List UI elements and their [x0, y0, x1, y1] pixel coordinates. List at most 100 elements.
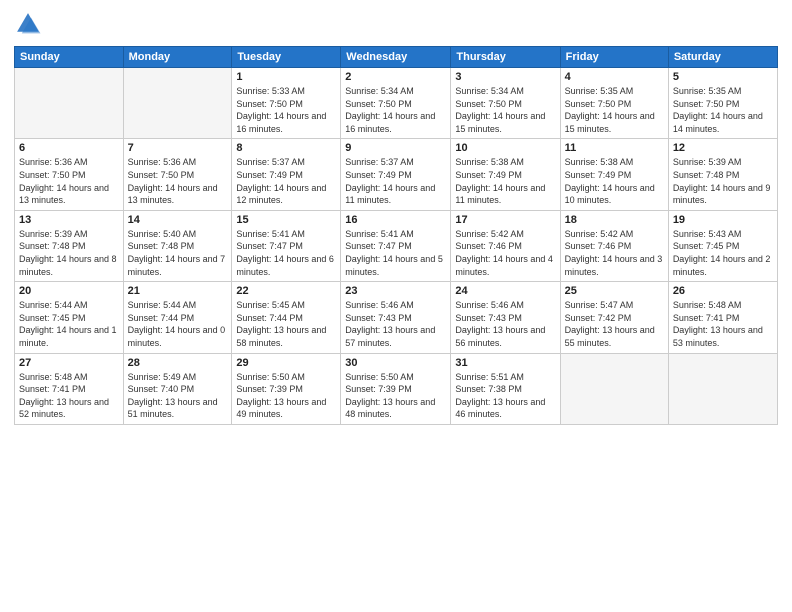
- day-number: 2: [345, 71, 446, 83]
- calendar-cell: [560, 353, 668, 424]
- day-detail: Sunrise: 5:48 AM Sunset: 7:41 PM Dayligh…: [19, 371, 119, 421]
- day-number: 16: [345, 214, 446, 226]
- logo: [14, 10, 47, 38]
- calendar: SundayMondayTuesdayWednesdayThursdayFrid…: [14, 46, 778, 425]
- day-number: 26: [673, 285, 773, 297]
- weekday-header: Thursday: [451, 47, 560, 68]
- calendar-cell: 16 Sunrise: 5:41 AM Sunset: 7:47 PM Dayli…: [341, 210, 451, 281]
- day-detail: Sunrise: 5:38 AM Sunset: 7:49 PM Dayligh…: [565, 156, 664, 206]
- weekday-header: Monday: [123, 47, 232, 68]
- day-detail: Sunrise: 5:50 AM Sunset: 7:39 PM Dayligh…: [345, 371, 446, 421]
- day-detail: Sunrise: 5:34 AM Sunset: 7:50 PM Dayligh…: [345, 85, 446, 135]
- calendar-cell: 1Sunrise: 5:33 AM Sunset: 7:50 PM Daylig…: [232, 68, 341, 139]
- calendar-cell: 29 Sunrise: 5:50 AM Sunset: 7:39 PM Dayli…: [232, 353, 341, 424]
- calendar-cell: 11 Sunrise: 5:38 AM Sunset: 7:49 PM Dayli…: [560, 139, 668, 210]
- day-detail: Sunrise: 5:39 AM Sunset: 7:48 PM Dayligh…: [19, 228, 119, 278]
- day-number: 23: [345, 285, 446, 297]
- calendar-cell: 20 Sunrise: 5:44 AM Sunset: 7:45 PM Dayli…: [15, 282, 124, 353]
- calendar-cell: 6 Sunrise: 5:36 AM Sunset: 7:50 PM Daylig…: [15, 139, 124, 210]
- day-number: 4: [565, 71, 664, 83]
- day-number: 29: [236, 357, 336, 369]
- header: [14, 10, 778, 38]
- day-number: 11: [565, 142, 664, 154]
- calendar-week-row: 27 Sunrise: 5:48 AM Sunset: 7:41 PM Dayli…: [15, 353, 778, 424]
- day-detail: Sunrise: 5:41 AM Sunset: 7:47 PM Dayligh…: [236, 228, 336, 278]
- calendar-cell: 22 Sunrise: 5:45 AM Sunset: 7:44 PM Dayli…: [232, 282, 341, 353]
- day-detail: Sunrise: 5:41 AM Sunset: 7:47 PM Dayligh…: [345, 228, 446, 278]
- day-detail: Sunrise: 5:33 AM Sunset: 7:50 PM Dayligh…: [236, 85, 336, 135]
- day-number: 31: [455, 357, 555, 369]
- calendar-cell: 7 Sunrise: 5:36 AM Sunset: 7:50 PM Daylig…: [123, 139, 232, 210]
- calendar-cell: [15, 68, 124, 139]
- day-detail: Sunrise: 5:46 AM Sunset: 7:43 PM Dayligh…: [455, 299, 555, 349]
- logo-icon: [14, 10, 42, 38]
- calendar-cell: 27 Sunrise: 5:48 AM Sunset: 7:41 PM Dayli…: [15, 353, 124, 424]
- day-detail: Sunrise: 5:44 AM Sunset: 7:44 PM Dayligh…: [128, 299, 228, 349]
- day-detail: Sunrise: 5:45 AM Sunset: 7:44 PM Dayligh…: [236, 299, 336, 349]
- day-number: 7: [128, 142, 228, 154]
- weekday-header: Tuesday: [232, 47, 341, 68]
- day-detail: Sunrise: 5:46 AM Sunset: 7:43 PM Dayligh…: [345, 299, 446, 349]
- calendar-cell: 10Sunrise: 5:38 AM Sunset: 7:49 PM Dayli…: [451, 139, 560, 210]
- calendar-cell: [668, 353, 777, 424]
- calendar-cell: 4 Sunrise: 5:35 AM Sunset: 7:50 PM Daylig…: [560, 68, 668, 139]
- calendar-cell: 3Sunrise: 5:34 AM Sunset: 7:50 PM Daylig…: [451, 68, 560, 139]
- calendar-week-row: 1Sunrise: 5:33 AM Sunset: 7:50 PM Daylig…: [15, 68, 778, 139]
- day-detail: Sunrise: 5:50 AM Sunset: 7:39 PM Dayligh…: [236, 371, 336, 421]
- calendar-cell: 2 Sunrise: 5:34 AM Sunset: 7:50 PM Daylig…: [341, 68, 451, 139]
- day-detail: Sunrise: 5:39 AM Sunset: 7:48 PM Dayligh…: [673, 156, 773, 206]
- day-number: 27: [19, 357, 119, 369]
- weekday-header: Sunday: [15, 47, 124, 68]
- day-detail: Sunrise: 5:38 AM Sunset: 7:49 PM Dayligh…: [455, 156, 555, 206]
- day-number: 8: [236, 142, 336, 154]
- day-detail: Sunrise: 5:48 AM Sunset: 7:41 PM Dayligh…: [673, 299, 773, 349]
- calendar-cell: 30 Sunrise: 5:50 AM Sunset: 7:39 PM Dayli…: [341, 353, 451, 424]
- day-number: 13: [19, 214, 119, 226]
- day-detail: Sunrise: 5:37 AM Sunset: 7:49 PM Dayligh…: [345, 156, 446, 206]
- calendar-cell: 15 Sunrise: 5:41 AM Sunset: 7:47 PM Dayli…: [232, 210, 341, 281]
- calendar-cell: 25Sunrise: 5:47 AM Sunset: 7:42 PM Dayli…: [560, 282, 668, 353]
- calendar-cell: 31 Sunrise: 5:51 AM Sunset: 7:38 PM Dayli…: [451, 353, 560, 424]
- calendar-cell: 24 Sunrise: 5:46 AM Sunset: 7:43 PM Dayli…: [451, 282, 560, 353]
- calendar-cell: 12 Sunrise: 5:39 AM Sunset: 7:48 PM Dayli…: [668, 139, 777, 210]
- calendar-cell: 21 Sunrise: 5:44 AM Sunset: 7:44 PM Dayli…: [123, 282, 232, 353]
- calendar-week-row: 20 Sunrise: 5:44 AM Sunset: 7:45 PM Dayli…: [15, 282, 778, 353]
- calendar-cell: 19Sunrise: 5:43 AM Sunset: 7:45 PM Dayli…: [668, 210, 777, 281]
- day-number: 30: [345, 357, 446, 369]
- day-detail: Sunrise: 5:35 AM Sunset: 7:50 PM Dayligh…: [565, 85, 664, 135]
- day-number: 5: [673, 71, 773, 83]
- day-detail: Sunrise: 5:44 AM Sunset: 7:45 PM Dayligh…: [19, 299, 119, 349]
- day-number: 17: [455, 214, 555, 226]
- day-detail: Sunrise: 5:36 AM Sunset: 7:50 PM Dayligh…: [19, 156, 119, 206]
- weekday-header: Saturday: [668, 47, 777, 68]
- day-detail: Sunrise: 5:40 AM Sunset: 7:48 PM Dayligh…: [128, 228, 228, 278]
- calendar-cell: 23 Sunrise: 5:46 AM Sunset: 7:43 PM Dayli…: [341, 282, 451, 353]
- day-detail: Sunrise: 5:47 AM Sunset: 7:42 PM Dayligh…: [565, 299, 664, 349]
- calendar-cell: 13 Sunrise: 5:39 AM Sunset: 7:48 PM Dayli…: [15, 210, 124, 281]
- day-number: 28: [128, 357, 228, 369]
- calendar-cell: 5Sunrise: 5:35 AM Sunset: 7:50 PM Daylig…: [668, 68, 777, 139]
- day-number: 12: [673, 142, 773, 154]
- day-detail: Sunrise: 5:49 AM Sunset: 7:40 PM Dayligh…: [128, 371, 228, 421]
- day-detail: Sunrise: 5:51 AM Sunset: 7:38 PM Dayligh…: [455, 371, 555, 421]
- calendar-cell: 26 Sunrise: 5:48 AM Sunset: 7:41 PM Dayli…: [668, 282, 777, 353]
- day-detail: Sunrise: 5:42 AM Sunset: 7:46 PM Dayligh…: [455, 228, 555, 278]
- day-number: 21: [128, 285, 228, 297]
- calendar-cell: 14Sunrise: 5:40 AM Sunset: 7:48 PM Dayli…: [123, 210, 232, 281]
- calendar-week-row: 13 Sunrise: 5:39 AM Sunset: 7:48 PM Dayli…: [15, 210, 778, 281]
- day-number: 15: [236, 214, 336, 226]
- day-number: 18: [565, 214, 664, 226]
- day-detail: Sunrise: 5:42 AM Sunset: 7:46 PM Dayligh…: [565, 228, 664, 278]
- day-number: 22: [236, 285, 336, 297]
- calendar-header-row: SundayMondayTuesdayWednesdayThursdayFrid…: [15, 47, 778, 68]
- day-detail: Sunrise: 5:43 AM Sunset: 7:45 PM Dayligh…: [673, 228, 773, 278]
- page: SundayMondayTuesdayWednesdayThursdayFrid…: [0, 0, 792, 612]
- day-number: 24: [455, 285, 555, 297]
- calendar-cell: 9Sunrise: 5:37 AM Sunset: 7:49 PM Daylig…: [341, 139, 451, 210]
- day-detail: Sunrise: 5:36 AM Sunset: 7:50 PM Dayligh…: [128, 156, 228, 206]
- day-number: 6: [19, 142, 119, 154]
- calendar-week-row: 6 Sunrise: 5:36 AM Sunset: 7:50 PM Daylig…: [15, 139, 778, 210]
- day-detail: Sunrise: 5:34 AM Sunset: 7:50 PM Dayligh…: [455, 85, 555, 135]
- day-number: 20: [19, 285, 119, 297]
- weekday-header: Wednesday: [341, 47, 451, 68]
